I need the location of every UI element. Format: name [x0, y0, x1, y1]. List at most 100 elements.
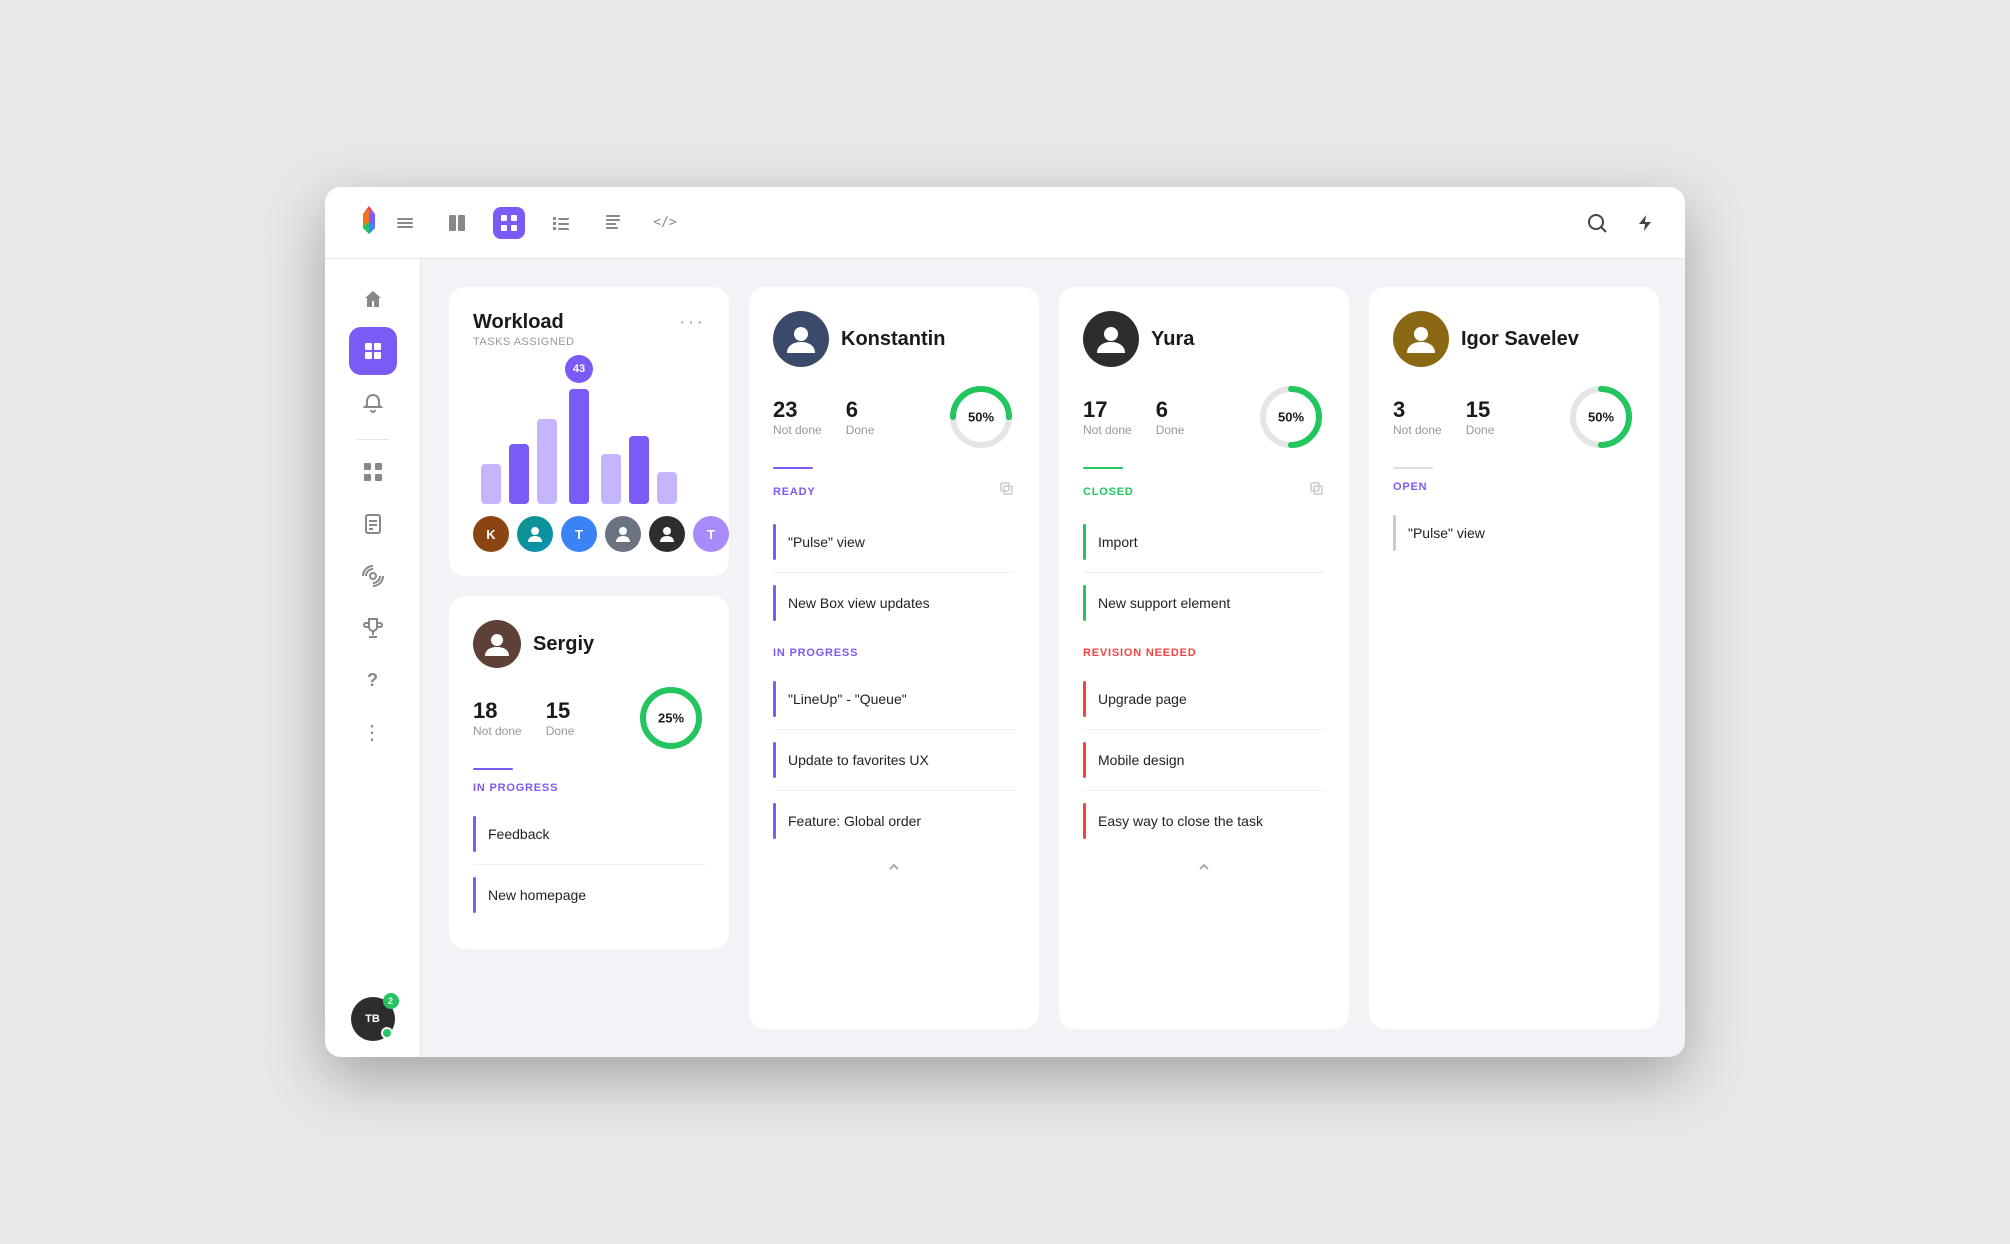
- sidebar-item-tasks[interactable]: [349, 327, 397, 375]
- sidebar-item-broadcast[interactable]: [349, 552, 397, 600]
- konstantin-ready-tasks: "Pulse" view New Box view updates: [773, 512, 1015, 633]
- yura-stats: 17 Not done 6 Done 50%: [1083, 383, 1325, 451]
- more-button[interactable]: ···: [679, 311, 705, 334]
- task-border: [1083, 803, 1086, 839]
- top-bar: </>: [325, 187, 1685, 259]
- left-column: Workload TASKS ASSIGNED ···: [449, 287, 729, 1029]
- avatar-t2[interactable]: T: [693, 516, 729, 552]
- task-igor-pulse[interactable]: "Pulse" view: [1393, 503, 1635, 563]
- sidebar-item-notifications[interactable]: [349, 379, 397, 427]
- workload-avatars: K T T: [473, 516, 705, 552]
- collapse-button[interactable]: [886, 859, 902, 878]
- igor-avatar: [1393, 311, 1449, 367]
- grid-view-icon[interactable]: [493, 207, 525, 239]
- avatar-y[interactable]: [649, 516, 685, 552]
- yura-closed-tasks: Import New support element: [1083, 512, 1325, 633]
- igor-card: Igor Savelev 3 Not done 15 Done: [1369, 287, 1659, 1029]
- yura-revision-tasks: Upgrade page Mobile design Easy way to c…: [1083, 669, 1325, 851]
- workload-subtitle: TASKS ASSIGNED: [473, 336, 575, 348]
- task-border: [1083, 524, 1086, 560]
- task-upgrade-page[interactable]: Upgrade page: [1083, 669, 1325, 730]
- task-border: [473, 816, 476, 852]
- code-icon[interactable]: </>: [649, 207, 681, 239]
- igor-divider: [1393, 467, 1433, 469]
- sergiy-card: Sergiy 18 Not done 15 Done: [449, 596, 729, 949]
- user-avatar[interactable]: TB 2: [351, 997, 395, 1041]
- task-import[interactable]: Import: [1083, 512, 1325, 573]
- konstantin-copy-icon[interactable]: [999, 481, 1015, 502]
- bar-1: [481, 464, 501, 504]
- sidebar: ? ⋮ TB 2: [325, 259, 421, 1057]
- igor-name: Igor Savelev: [1461, 328, 1579, 351]
- bar-5: [601, 454, 621, 504]
- task-mobile-design[interactable]: Mobile design: [1083, 730, 1325, 791]
- konstantin-divider: [773, 467, 813, 469]
- sergiy-tasks: Feedback New homepage: [473, 804, 705, 925]
- konstantin-done: 6 Done: [846, 397, 875, 437]
- sidebar-item-more[interactable]: ⋮: [349, 708, 397, 756]
- yura-card: Yura 17 Not done 6 Done: [1059, 287, 1349, 1029]
- task-new-homepage[interactable]: New homepage: [473, 865, 705, 925]
- task-close-task[interactable]: Easy way to close the task: [1083, 791, 1325, 851]
- task-border: [773, 681, 776, 717]
- konstantin-card: Konstantin 23 Not done 6 Done: [749, 287, 1039, 1029]
- konstantin-ready-label: READY: [773, 486, 816, 498]
- bar-7: [657, 472, 677, 504]
- card-header: Workload TASKS ASSIGNED ···: [473, 311, 705, 348]
- konstantin-collapse: [773, 851, 1015, 878]
- task-border: [773, 742, 776, 778]
- board-view-icon[interactable]: [441, 207, 473, 239]
- avatar-gray[interactable]: [605, 516, 641, 552]
- igor-stats: 3 Not done 15 Done 50%: [1393, 383, 1635, 451]
- sidebar-item-home[interactable]: [349, 275, 397, 323]
- yura-divider: [1083, 467, 1123, 469]
- sergiy-progress: 25%: [637, 684, 705, 752]
- task-lineup-queue[interactable]: "LineUp" - "Queue": [773, 669, 1015, 730]
- content-area: Workload TASKS ASSIGNED ···: [421, 259, 1685, 1057]
- konstantin-progress: 50%: [947, 383, 1015, 451]
- task-global-order[interactable]: Feature: Global order: [773, 791, 1015, 851]
- task-border: [473, 877, 476, 913]
- workload-card: Workload TASKS ASSIGNED ···: [449, 287, 729, 576]
- bar-3: [537, 419, 557, 504]
- igor-done: 15 Done: [1466, 397, 1495, 437]
- sergiy-stats: 18 Not done 15 Done 25%: [473, 684, 705, 752]
- task-border: [773, 524, 776, 560]
- main-layout: ? ⋮ TB 2: [325, 259, 1685, 1057]
- sidebar-item-trophy[interactable]: [349, 604, 397, 652]
- konstantin-inprogress-label: IN PROGRESS: [773, 647, 1015, 659]
- yura-collapse: [1083, 851, 1325, 878]
- konstantin-progress-tasks: "LineUp" - "Queue" Update to favorites U…: [773, 669, 1015, 851]
- list-icon[interactable]: [545, 207, 577, 239]
- yura-name: Yura: [1151, 328, 1194, 351]
- yura-collapse-button[interactable]: [1196, 859, 1212, 878]
- bar-2: [509, 444, 529, 504]
- konstantin-name: Konstantin: [841, 328, 945, 351]
- bar-badge: 43: [565, 355, 593, 383]
- task-border: [1083, 742, 1086, 778]
- sergiy-divider: [473, 768, 513, 770]
- list-view-icon[interactable]: [389, 207, 421, 239]
- sidebar-item-apps[interactable]: [349, 448, 397, 496]
- igor-not-done: 3 Not done: [1393, 397, 1442, 437]
- avatar-k[interactable]: K: [473, 516, 509, 552]
- avatar-s[interactable]: [517, 516, 553, 552]
- avatar-t1[interactable]: T: [561, 516, 597, 552]
- konstantin-stats: 23 Not done 6 Done 50%: [773, 383, 1015, 451]
- logo[interactable]: [349, 200, 389, 245]
- yura-copy-icon[interactable]: [1309, 481, 1325, 502]
- online-indicator: [381, 1027, 393, 1039]
- sidebar-item-docs[interactable]: [349, 500, 397, 548]
- task-favorites-ux[interactable]: Update to favorites UX: [773, 730, 1015, 791]
- yura-revision-label: REVISION NEEDED: [1083, 647, 1325, 659]
- task-new-support[interactable]: New support element: [1083, 573, 1325, 633]
- sidebar-item-help[interactable]: ?: [349, 656, 397, 704]
- doc-icon[interactable]: [597, 207, 629, 239]
- search-icon[interactable]: [1581, 207, 1613, 239]
- task-feedback[interactable]: Feedback: [473, 804, 705, 865]
- task-border: [773, 585, 776, 621]
- sergiy-avatar: [473, 620, 521, 668]
- task-pulse-view[interactable]: "Pulse" view: [773, 512, 1015, 573]
- lightning-icon[interactable]: [1629, 207, 1661, 239]
- task-new-box-view[interactable]: New Box view updates: [773, 573, 1015, 633]
